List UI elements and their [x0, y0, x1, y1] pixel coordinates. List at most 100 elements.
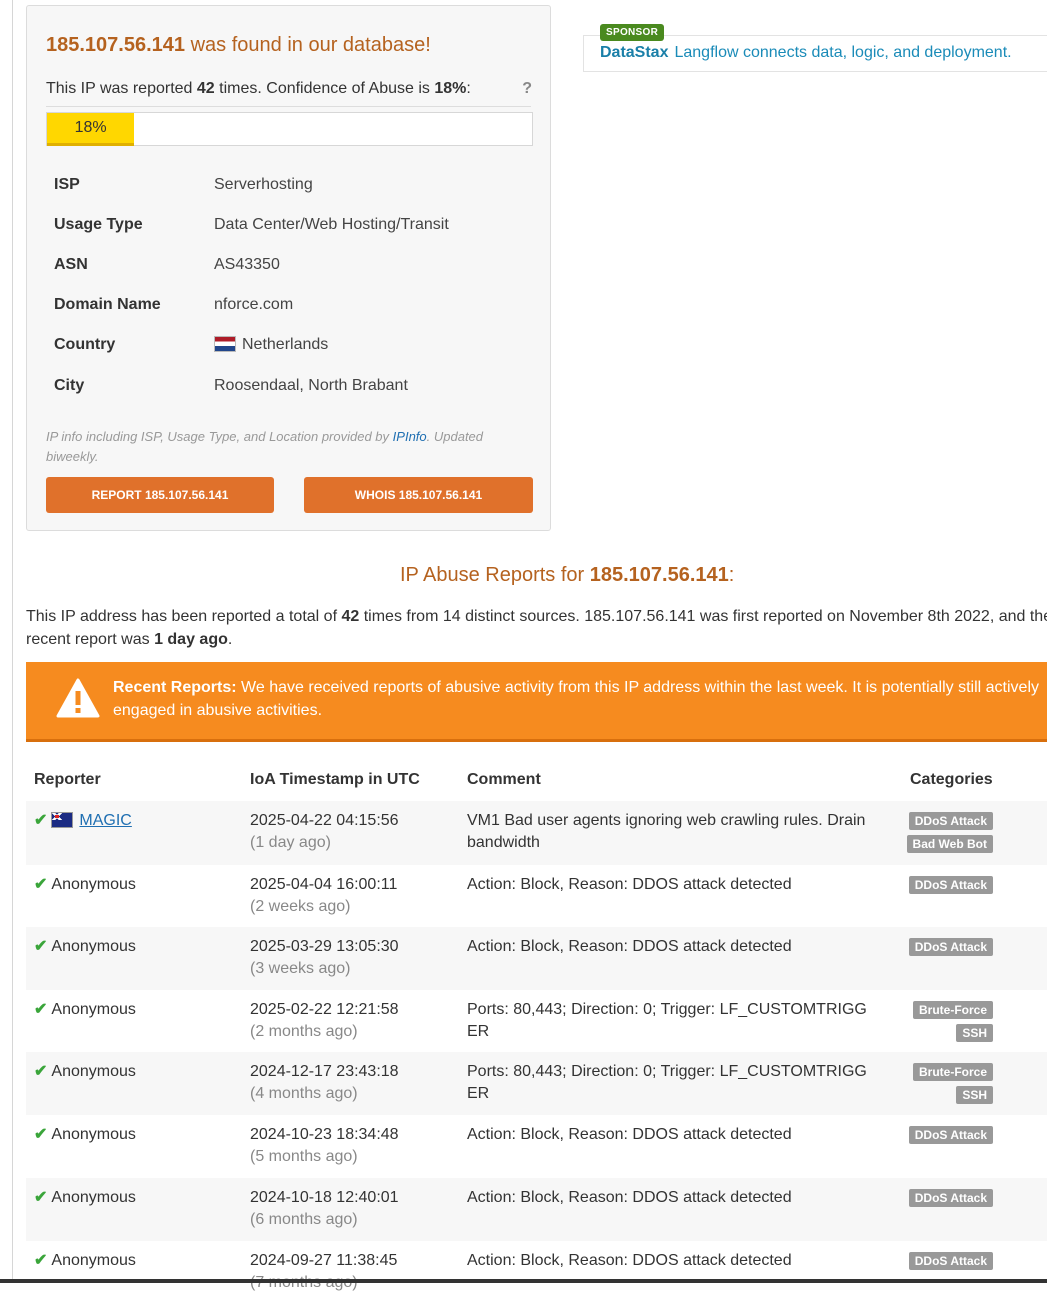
alert-message: Recent Reports: We have received reports…	[113, 676, 1047, 722]
reporter-link[interactable]: MAGIC	[79, 812, 131, 829]
card-title-suffix: was found in our database!	[190, 34, 431, 56]
category-badge[interactable]: DDoS Attack	[908, 938, 993, 956]
category-badge[interactable]: SSH	[956, 1086, 993, 1104]
reports-section-title: IP Abuse Reports for 185.107.56.141:	[400, 564, 734, 587]
recent-reports-alert: Recent Reports: We have received reports…	[26, 662, 1047, 742]
reports-title-prefix: IP Abuse Reports for	[400, 564, 585, 586]
timestamp-cell: 2025-03-29 13:05:30 (3 weeks ago)	[250, 936, 399, 980]
info-value: Roosendaal, North Brabant	[214, 377, 408, 395]
category-badge[interactable]: Brute-Force	[912, 1063, 993, 1081]
info-value: nforce.com	[214, 296, 293, 314]
comment-cell: VM1 Bad user agents ignoring web crawlin…	[467, 812, 866, 851]
reporter-cell: ✔ MAGIC	[34, 810, 132, 832]
info-value: AS43350	[214, 256, 280, 274]
timestamp-cell: 2024-09-27 11:38:45 (7 months ago)	[250, 1250, 397, 1294]
sponsor-message[interactable]: Langflow connects data, logic, and deplo…	[674, 44, 1011, 61]
timestamp-ago: (3 weeks ago)	[250, 960, 351, 977]
category-badge[interactable]: DDoS Attack	[908, 1189, 993, 1207]
info-label: Usage Type	[54, 216, 143, 233]
help-icon[interactable]: ?	[522, 80, 532, 98]
verified-check-icon: ✔	[34, 1001, 48, 1018]
info-value: Netherlands	[214, 336, 328, 354]
verified-check-icon: ✔	[34, 1252, 48, 1269]
header-comment[interactable]: Comment	[467, 771, 541, 789]
table-row: ✔ MAGIC 2025-04-22 04:15:56 (1 day ago) VM1 …	[26, 801, 1047, 865]
reporter-name: Anonymous	[51, 1001, 136, 1018]
info-value-text: nforce.com	[214, 296, 294, 313]
info-value-text: AS43350	[214, 256, 280, 273]
card-title: 185.107.56.141 was found in our database…	[46, 34, 431, 57]
ipinfo-link[interactable]: IPInfo	[393, 429, 427, 444]
whois-ip-button[interactable]: WHOIS 185.107.56.141	[304, 477, 533, 513]
comment-cell: Ports: 80,443; Direction: 0; Trigger: LF…	[467, 1001, 867, 1040]
comment-cell: Action: Block, Reason: DDOS attack detec…	[467, 938, 792, 955]
reporter-name: Anonymous	[51, 1252, 136, 1269]
page-left-border	[12, 0, 13, 1283]
timestamp-value: 2025-03-29 13:05:30	[250, 938, 399, 955]
category-badge[interactable]: SSH	[956, 1024, 993, 1042]
categories-cell: DDoS Attack	[908, 1189, 993, 1212]
timestamp-value: 2024-09-27 11:38:45	[250, 1252, 398, 1269]
comment-cell: Action: Block, Reason: DDOS attack detec…	[467, 1189, 792, 1206]
timestamp-cell: 2025-02-22 12:21:58 (2 months ago)	[250, 999, 399, 1043]
table-row: ✔Anonymous 2024-09-27 11:38:45 (7 months a…	[26, 1241, 1047, 1291]
category-badge[interactable]: Brute-Force	[912, 1001, 993, 1019]
category-badge[interactable]: Bad Web Bot	[906, 835, 993, 853]
header-categories[interactable]: Categories	[910, 771, 993, 789]
reports-summary: This IP address has been reported a tota…	[26, 605, 1047, 651]
header-timestamp[interactable]: IoA Timestamp in UTC	[250, 771, 420, 789]
timestamp-cell: 2024-10-23 18:34:48 (5 months ago)	[250, 1124, 399, 1168]
au-flag-icon	[51, 812, 74, 828]
category-badge[interactable]: DDoS Attack	[908, 876, 993, 894]
table-row: ✔ Anonymous 2025-02-22 12:21:58 (2 months a…	[26, 990, 1047, 1052]
categories-cell: DDoS Attack Bad Web Bot	[906, 812, 993, 858]
report-ip-button[interactable]: REPORT 185.107.56.141	[46, 477, 274, 513]
table-row: ✔ Anonymous 2025-03-29 13:05:30 (3 weeks ag…	[26, 927, 1047, 990]
header-reporter[interactable]: Reporter	[34, 771, 101, 789]
comment-cell: Ports: 80,443; Direction: 0; Trigger: LF…	[467, 1063, 867, 1102]
reports-title-ip: 185.107.56.141	[589, 564, 729, 586]
card-divider	[46, 106, 531, 107]
categories-cell: Brute-Force SSH	[912, 1063, 993, 1109]
summary-part-1: This IP address has been reported a tota…	[26, 608, 338, 625]
timestamp-ago: (2 months ago)	[250, 1023, 358, 1040]
comment-cell: Action: Block, Reason: DDOS attack detec…	[467, 876, 792, 893]
category-badge[interactable]: DDoS Attack	[908, 1126, 993, 1144]
reporter-name: Anonymous	[51, 938, 136, 955]
reporter-cell: ✔ Anonymous	[34, 936, 136, 958]
report-count: 42	[196, 80, 215, 97]
report-colon: :	[466, 80, 471, 97]
timestamp-value: 2024-10-18 12:40:01	[250, 1189, 399, 1206]
bottom-edge	[0, 1279, 1047, 1283]
table-row: ✔ Anonymous 2024-10-18 12:40:01 (6 months a…	[26, 1178, 1047, 1241]
sponsor-badge: SPONSOR	[600, 24, 665, 41]
info-value: Data Center/Web Hosting/Transit	[214, 216, 449, 234]
ip-summary-card: 185.107.56.141 was found in our database…	[26, 5, 551, 531]
table-row: ✔ Anonymous 2025-04-04 16:00:11 (2 weeks ag…	[26, 865, 1047, 927]
timestamp-cell: 2024-10-18 12:40:01 (6 months ago)	[250, 1187, 399, 1231]
sponsor-text[interactable]: DataStax Langflow connects data, logic, a…	[600, 44, 1012, 62]
categories-cell: DDoS Attack	[908, 938, 993, 961]
timestamp-cell: 2025-04-22 04:15:56 (1 day ago)	[250, 810, 399, 854]
confidence-bar: 18%	[46, 112, 533, 146]
verified-check-icon: ✔	[34, 1063, 48, 1080]
categories-cell: DDoS Attack	[908, 1126, 993, 1149]
comment-cell: Action: Block, Reason: DDOS attack detec…	[467, 1126, 792, 1143]
report-count-line: This IP was reported 42 times. Confidenc…	[46, 80, 471, 98]
reporter-cell: ✔ Anonymous	[34, 1187, 136, 1209]
comment-cell: Action: Block, Reason: DDOS attack detec…	[467, 1252, 792, 1269]
verified-check-icon: ✔	[34, 1189, 48, 1206]
report-middle: times. Confidence of Abuse is	[219, 80, 430, 97]
table-row: ✔ Anonymous 2024-12-17 23:43:18 (4 months a…	[26, 1052, 1047, 1115]
summary-part-2: times from 14 distinct sources. 185.107.…	[363, 608, 1047, 625]
category-badge[interactable]: DDoS Attack	[908, 1252, 993, 1270]
reporter-name: Anonymous	[51, 1063, 136, 1080]
timestamp-value: 2024-12-17 23:43:18	[250, 1063, 399, 1080]
category-badge[interactable]: DDoS Attack	[908, 812, 993, 830]
reporter-name: Anonymous	[51, 1126, 136, 1143]
sponsor-brand[interactable]: DataStax	[600, 44, 668, 61]
timestamp-ago: (6 months ago)	[250, 1211, 358, 1228]
reporter-cell: ✔ Anonymous	[34, 874, 136, 896]
reporter-name: Anonymous	[51, 1189, 136, 1206]
ipinfo-note: IP info including ISP, Usage Type, and L…	[46, 427, 516, 467]
